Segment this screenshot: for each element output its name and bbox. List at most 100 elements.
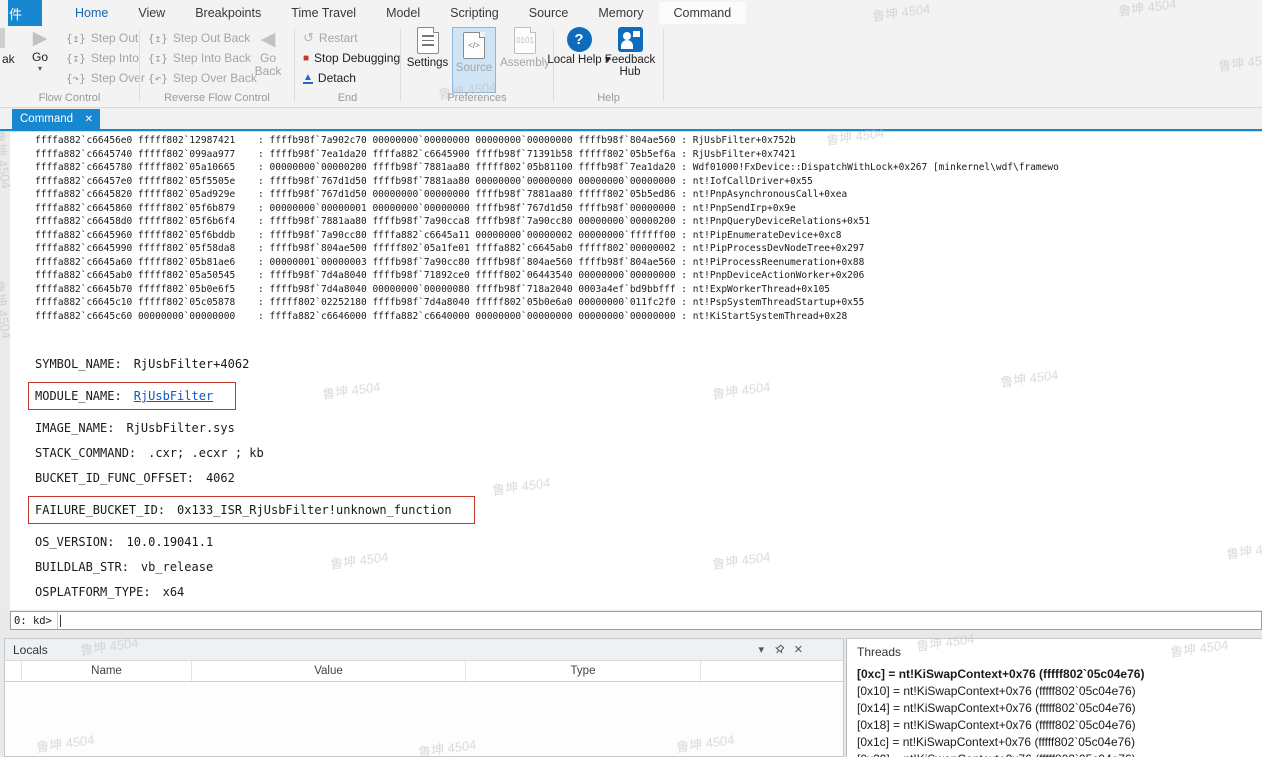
stop-debugging-label: Stop Debugging [314,51,400,65]
restart-icon: ↺ [303,30,314,46]
info-buildlab-str: BUILDLAB_STR:vb_release [35,560,1262,574]
assembly-button[interactable]: 0101 Assembly [499,27,551,91]
source-icon: </> [463,32,485,59]
ribbon-body: ak ▶ Go ▾ {↥} Step Out {↧} Step Into {↷}… [0,26,1262,92]
threads-title: Threads [857,645,1262,659]
thread-row[interactable]: [0x10] = nt!KiSwapContext+0x76 (fffff802… [847,683,1262,700]
stack-line: ffffa882`c66457e0 fffff802`05f5505e : ff… [35,175,1262,189]
tab-time-travel[interactable]: Time Travel [276,2,371,24]
detach-label: Detach [318,71,356,85]
step-out-back-button[interactable]: {↥} Step Out Back [148,28,250,48]
tab-model[interactable]: Model [371,2,435,24]
break-button-label[interactable]: ak [2,52,15,66]
step-out-button[interactable]: {↥} Step Out [66,28,138,48]
stack-line: ffffa882`c6645a60 fffff802`05b81ae6 : 00… [35,256,1262,270]
feedback-hub-button[interactable]: FeedbackHub [602,27,658,91]
threads-panel: Threads [0xc] = nt!KiSwapContext+0x76 (f… [846,638,1262,757]
command-output: ffffa882`c66456e0 fffff802`12987421 : ff… [10,132,1262,610]
active-window-accent [0,129,1262,132]
feedback-hub-label: FeedbackHub [605,54,656,78]
help-question-icon: ? [567,27,592,52]
command-tab-close-icon[interactable]: ✕ [85,114,93,125]
stack-line: ffffa882`c6645b70 fffff802`05b0e6f5 : ff… [35,283,1262,297]
step-out-back-label: Step Out Back [173,31,250,45]
tab-memory[interactable]: Memory [583,2,658,24]
step-out-label: Step Out [91,31,138,45]
stack-trace: ffffa882`c66456e0 fffff802`12987421 : ff… [35,134,1262,323]
locals-close-icon[interactable]: ✕ [794,643,803,656]
tab-file[interactable]: 件 [8,0,42,26]
document-tab-strip: Command ✕ [0,108,1262,129]
locals-panel: Locals ▾ ✕ Name Value Type [4,638,844,757]
stack-line: ffffa882`c6645820 fffff802`05ad929e : ff… [35,188,1262,202]
locals-column-type[interactable]: Type [466,661,701,681]
command-input[interactable] [61,612,1261,629]
locals-column-value[interactable]: Value [192,661,466,681]
thread-row[interactable]: [0x14] = nt!KiSwapContext+0x76 (fffff802… [847,700,1262,717]
restart-label: Restart [319,31,358,45]
stack-line: ffffa882`c6645c60 00000000`00000000 : ff… [35,310,1262,324]
settings-icon [417,27,439,54]
module-name-link[interactable]: RjUsbFilter [134,389,213,403]
step-into-back-button[interactable]: {↧} Step Into Back [148,48,251,68]
stack-line: ffffa882`c6645780 fffff802`05a10665 : 00… [35,161,1262,175]
stack-line: ffffa882`c6645860 fffff802`05f6b879 : 00… [35,202,1262,216]
detach-button[interactable]: ▲ Detach [303,68,356,88]
tab-view[interactable]: View [123,2,180,24]
info-failure-bucket-id: FAILURE_BUCKET_ID:0x133_ISR_RjUsbFilter!… [35,496,1262,524]
locals-pin-icon[interactable] [774,644,785,658]
assembly-label: Assembly [500,57,550,69]
step-into-back-icon: {↧} [148,52,168,65]
locals-title: Locals [13,643,48,657]
tab-breakpoints[interactable]: Breakpoints [180,2,276,24]
stack-line: ffffa882`c66458d0 fffff802`05f6b6f4 : ff… [35,215,1262,229]
stop-icon: ■ [303,53,309,64]
tab-home[interactable]: Home [60,2,123,24]
step-over-icon: {↷} [66,72,86,85]
local-help-button[interactable]: ? Local Help ▾ [557,27,601,91]
ribbon: 件 Home View Breakpoints Time Travel Mode… [0,0,1262,108]
assembly-icon: 0101 [514,27,536,54]
step-over-button[interactable]: {↷} Step Over [66,68,145,88]
step-over-back-button[interactable]: {↶} Step Over Back [148,68,257,88]
locals-column-header: Name Value Type [5,661,843,682]
go-button-label: Go [32,50,48,64]
restart-button[interactable]: ↺ Restart [303,28,358,48]
step-into-icon: {↧} [66,52,86,65]
go-back-button[interactable]: ◀ Go Back [246,28,290,90]
locals-expander-column [5,661,22,681]
info-osplatform-type: OSPLATFORM_TYPE:x64 [35,585,1262,599]
go-back-icon: ◀ [261,28,276,52]
source-button-selected[interactable]: </> Source [452,27,496,93]
group-divider [139,29,140,101]
thread-row-selected[interactable]: [0xc] = nt!KiSwapContext+0x76 (fffff802`… [847,666,1262,683]
info-bucket-id-func-offset: BUCKET_ID_FUNC_OFFSET:4062 [35,471,1262,485]
settings-label: Settings [407,57,449,69]
left-gutter [0,132,10,610]
go-play-icon: ▶ [33,28,48,50]
step-over-label: Step Over [91,71,145,85]
thread-row[interactable]: [0x1c] = nt!KiSwapContext+0x76 (fffff802… [847,734,1262,751]
go-dropdown-caret-icon[interactable]: ▾ [38,64,42,73]
settings-button[interactable]: Settings [404,27,451,91]
group-divider [400,29,401,101]
step-into-button[interactable]: {↧} Step Into [66,48,139,68]
windbg-window: 件 Home View Breakpoints Time Travel Mode… [0,0,1262,757]
break-button-partial[interactable] [0,28,5,48]
group-label-end: End [295,92,400,104]
tab-command[interactable]: Command [659,2,747,24]
locals-dropdown-caret-icon[interactable]: ▾ [758,643,764,656]
stop-debugging-button[interactable]: ■ Stop Debugging [303,48,400,68]
info-module-name: MODULE_NAME:RjUsbFilter [35,382,1262,410]
group-label-help: Help [554,92,663,104]
feedback-hub-icon [618,27,643,52]
tab-scripting[interactable]: Scripting [435,2,514,24]
thread-row[interactable]: [0x18] = nt!KiSwapContext+0x76 (fffff802… [847,717,1262,734]
threads-list: [0xc] = nt!KiSwapContext+0x76 (fffff802`… [847,666,1262,757]
command-tab-label: Command [20,113,85,125]
locals-column-name[interactable]: Name [22,661,192,681]
tab-source[interactable]: Source [514,2,584,24]
command-window-tab[interactable]: Command ✕ [12,109,100,129]
thread-row[interactable]: [0x20] = nt!KiSwapContext+0x76 (fffff802… [847,751,1262,757]
go-button[interactable]: ▶ Go ▾ [24,28,56,90]
